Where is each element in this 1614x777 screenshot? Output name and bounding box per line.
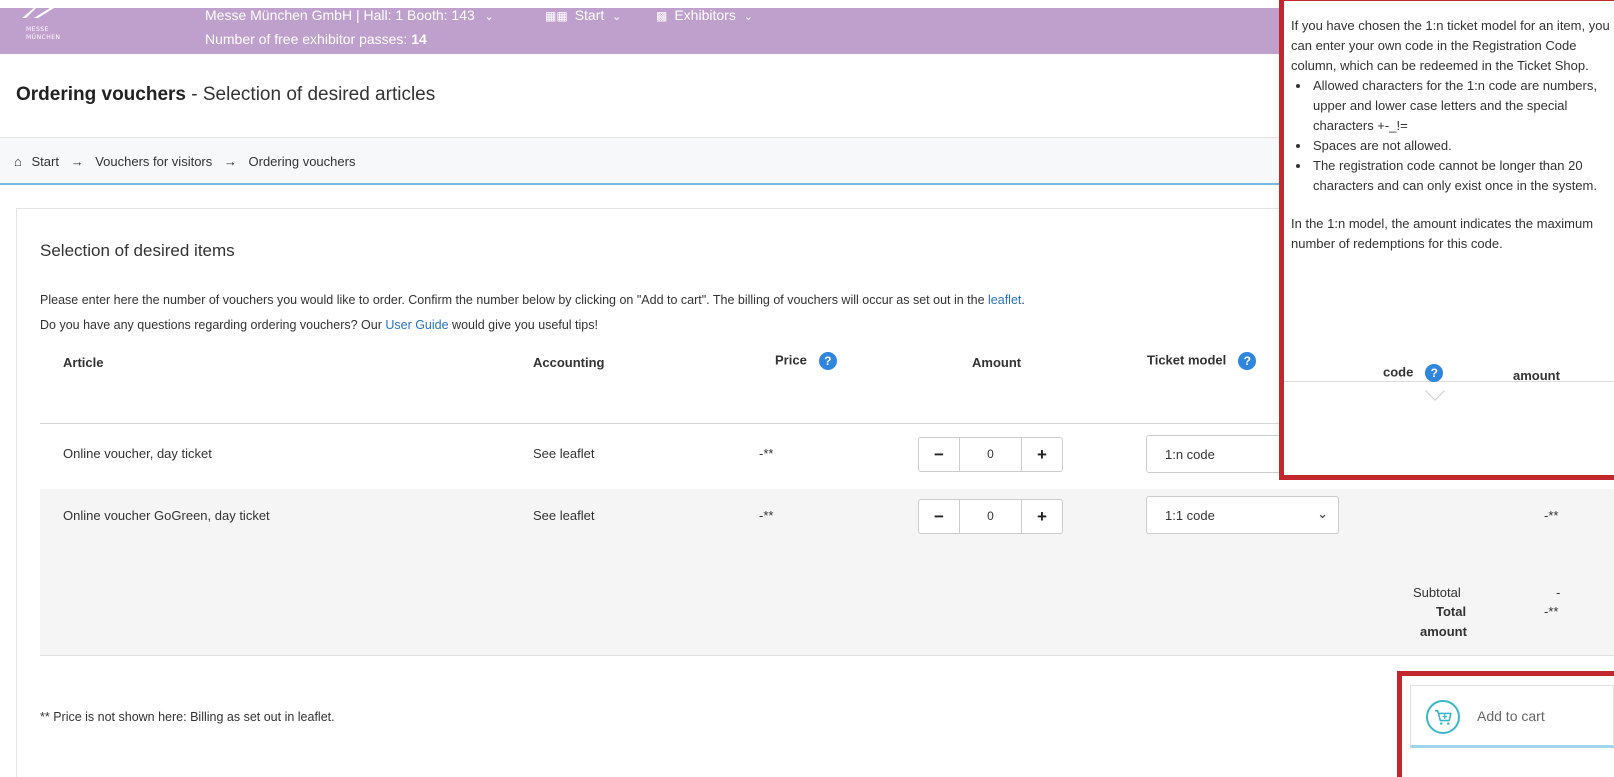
leaflet-link[interactable]: leaflet: [988, 293, 1021, 307]
arrow-right-icon: →: [70, 154, 84, 169]
col-header-price: Price?: [775, 352, 837, 370]
help-icon[interactable]: ?: [1238, 352, 1257, 370]
price-footnote: ** Price is not shown here: Billing as s…: [40, 710, 335, 724]
logo-wing-icon: [22, 8, 54, 18]
add-to-cart-button[interactable]: Add to cart: [1410, 685, 1614, 748]
col-header-ticket-model: Ticket model?: [1147, 352, 1257, 370]
page-title-bold: Ordering vouchers: [16, 84, 186, 105]
row2-quantity-input[interactable]: 0: [959, 500, 1022, 533]
row2-ticket-model-value: 1:1 code: [1165, 508, 1215, 523]
row2-accounting: See leaflet: [533, 508, 595, 523]
row1-quantity-stepper: − 0 +: [918, 437, 1063, 472]
intro-line-1-end: .: [1021, 293, 1025, 307]
table-row: [40, 489, 1614, 542]
logo-text-line1: MESSE: [26, 26, 49, 33]
company-dropdown[interactable]: Messe München GmbH | Hall: 1 Booth: 143 …: [205, 7, 494, 23]
total-label-line1: Total: [1436, 604, 1467, 619]
plus-button[interactable]: +: [1022, 438, 1062, 471]
tooltip-border: [1284, 381, 1614, 382]
subtotal-value: -: [1556, 585, 1561, 600]
chevron-down-icon: ⌄: [743, 11, 753, 23]
grid-icon: ▦▦: [545, 9, 568, 23]
intro-line-2-end: would give you useful tips!: [448, 318, 598, 332]
plus-button[interactable]: +: [1022, 500, 1062, 533]
row1-price: -**: [759, 446, 774, 461]
nav-exhibitors[interactable]: ▩ Exhibitors ⌄: [656, 7, 753, 23]
help-icon[interactable]: ?: [1425, 364, 1444, 382]
breadcrumb-start[interactable]: Start: [31, 154, 58, 169]
logo-text-line2: MÜNCHEN: [26, 34, 61, 41]
row1-quantity-input[interactable]: 0: [959, 438, 1022, 471]
col-header-code: code?: [1383, 364, 1444, 382]
tooltip-rule: Allowed characters for the 1:n code are …: [1311, 76, 1614, 136]
breadcrumb: ⌂ Start → Vouchers for visitors → Orderi…: [14, 154, 355, 169]
col-header-accounting: Accounting: [533, 355, 605, 370]
free-passes-label: Number of free exhibitor passes:: [205, 31, 408, 47]
minus-button[interactable]: −: [919, 500, 959, 533]
user-guide-link[interactable]: User Guide: [385, 318, 448, 332]
row2-price: -**: [759, 508, 774, 523]
tooltip-rule: The registration code cannot be longer t…: [1311, 156, 1614, 196]
row1-article: Online voucher, day ticket: [63, 446, 212, 461]
page-title-rest: - Selection of desired articles: [186, 84, 436, 105]
nav-start[interactable]: ▦▦ Start ⌄: [545, 7, 621, 23]
row2-ticket-model-select[interactable]: 1:1 code ⌄: [1146, 496, 1339, 534]
tooltip-rules-list: Allowed characters for the 1:n code are …: [1291, 76, 1614, 196]
col-header-code-label: code: [1383, 364, 1414, 380]
total-value: -**: [1544, 604, 1559, 619]
section-heading: Selection of desired items: [40, 241, 235, 260]
totals-divider: [40, 655, 1614, 656]
col-header-article: Article: [63, 355, 104, 370]
breadcrumb-vouchers[interactable]: Vouchers for visitors: [95, 154, 212, 169]
row1-ticket-model-value: 1:n code: [1165, 447, 1215, 462]
intro-line-2-text: Do you have any questions regarding orde…: [40, 318, 386, 332]
free-passes-info: Number of free exhibitor passes: 14: [205, 31, 427, 47]
ticket-model-tooltip: If you have chosen the 1:n ticket model …: [1279, 0, 1614, 480]
add-to-cart-label: Add to cart: [1477, 708, 1545, 724]
subtotal-label: Subtotal: [1413, 585, 1461, 600]
totals-area: [40, 542, 1614, 655]
messe-logo[interactable]: MESSE MÜNCHEN: [22, 8, 82, 54]
page-title: Ordering vouchers - Selection of desired…: [16, 84, 435, 106]
company-label: Messe München GmbH | Hall: 1 Booth: 143: [205, 7, 475, 23]
intro-line-2: Do you have any questions regarding orde…: [40, 318, 598, 332]
arrow-right-icon: →: [223, 154, 237, 169]
row2-total: -**: [1544, 508, 1559, 523]
row1-accounting: See leaflet: [533, 446, 595, 461]
tooltip-intro: If you have chosen the 1:n ticket model …: [1291, 18, 1610, 73]
col-header-amount: Amount: [972, 355, 1022, 370]
cart-icon: [1426, 700, 1460, 734]
col-header-price-label: Price: [775, 352, 807, 368]
minus-button[interactable]: −: [919, 438, 959, 471]
intro-line-1: Please enter here the number of vouchers…: [40, 293, 1025, 307]
home-icon[interactable]: ⌂: [14, 154, 22, 169]
chevron-down-icon: ⌄: [612, 11, 622, 23]
row2-article: Online voucher GoGreen, day ticket: [63, 508, 270, 523]
breadcrumb-current: Ordering vouchers: [248, 154, 356, 169]
nav-exhibitors-label: Exhibitors: [674, 7, 736, 23]
total-label-line2: amount: [1420, 624, 1467, 639]
col-header-ticket-model-label: Ticket model: [1147, 352, 1227, 368]
intro-line-1-text: Please enter here the number of vouchers…: [40, 293, 989, 307]
help-icon[interactable]: ?: [818, 352, 837, 370]
free-passes-count: 14: [411, 31, 427, 47]
chevron-down-icon: ⌄: [484, 11, 494, 23]
nav-start-label: Start: [574, 7, 605, 23]
row2-quantity-stepper: − 0 +: [918, 499, 1063, 534]
tooltip-note: In the 1:n model, the amount indicates t…: [1291, 216, 1594, 251]
chevron-down-icon: ⌄: [1317, 506, 1328, 521]
col-header-total-amount: amount: [1513, 368, 1560, 383]
building-icon: ▩: [656, 9, 668, 23]
tooltip-rule: Spaces are not allowed.: [1311, 136, 1614, 156]
